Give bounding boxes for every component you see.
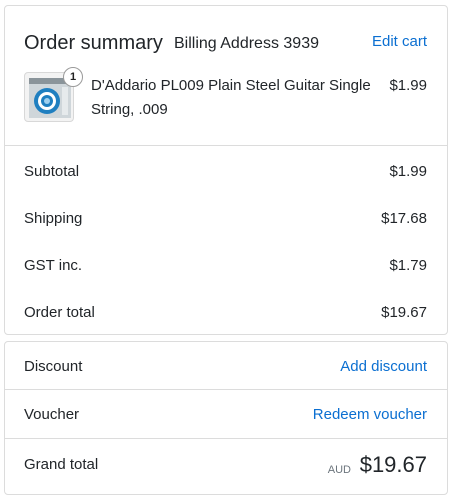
discounts-card: Discount Add discount Voucher Redeem vou…	[4, 341, 448, 495]
grand-total-label: Grand total	[24, 456, 99, 473]
order-summary-card: Order summary Billing Address 3939 Edit …	[4, 5, 448, 335]
order-total-value: $19.67	[381, 304, 427, 321]
edit-cart-link[interactable]: Edit cart	[372, 32, 427, 52]
divider	[5, 145, 447, 146]
shipping-label: Shipping	[24, 210, 83, 227]
voucher-row: Voucher Redeem voucher	[24, 404, 427, 426]
product-price: $1.99	[389, 77, 427, 94]
redeem-voucher-link[interactable]: Redeem voucher	[313, 404, 427, 426]
divider	[5, 389, 447, 390]
voucher-label: Voucher	[24, 406, 80, 423]
gst-label: GST inc.	[24, 257, 83, 274]
billing-address-label: Billing Address 3939	[174, 35, 319, 52]
add-discount-link[interactable]: Add discount	[340, 356, 427, 378]
divider	[5, 438, 447, 439]
order-total-label: Order total	[24, 304, 95, 321]
order-summary-title: Order summary	[24, 32, 163, 54]
shipping-value: $17.68	[381, 210, 427, 227]
currency-code: AUD	[327, 464, 351, 476]
discount-label: Discount	[24, 358, 83, 375]
subtotal-value: $1.99	[389, 163, 427, 180]
shipping-row: Shipping $17.68	[24, 208, 427, 230]
gst-row: GST inc. $1.79	[24, 255, 427, 277]
grand-total-row: Grand total AUD $19.67	[24, 450, 427, 482]
subtotal-label: Subtotal	[24, 163, 80, 180]
grand-total-value: $19.67	[359, 452, 427, 477]
gst-value: $1.79	[389, 257, 427, 274]
product-name[interactable]: D'Addario PL009 Plain Steel Guitar Singl…	[91, 74, 389, 122]
cart-item: 1 D'Addario PL009 Plain Steel Guitar Sin…	[24, 67, 427, 128]
quantity-badge: 1	[63, 67, 83, 87]
discount-row: Discount Add discount	[24, 356, 427, 378]
product-thumbnail[interactable]: 1	[24, 67, 83, 122]
order-summary-header: Order summary Billing Address 3939 Edit …	[24, 30, 427, 56]
subtotal-row: Subtotal $1.99	[24, 161, 427, 183]
order-total-row: Order total $19.67	[24, 302, 427, 324]
